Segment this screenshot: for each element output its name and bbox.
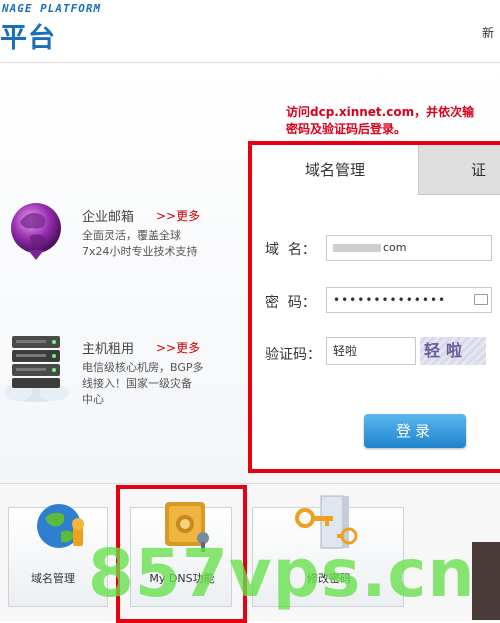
login-notice: 访问dcp.xinnet.com，并依次输 密码及验证码后登录。 xyxy=(286,104,500,138)
service-mail-more-link[interactable]: >>更多 xyxy=(156,207,200,224)
captcha-image[interactable]: 轻啦 xyxy=(420,337,486,365)
server-icon xyxy=(2,330,72,406)
login-button[interactable]: 登录 xyxy=(364,414,466,448)
header-nav-link[interactable]: 新 xyxy=(482,24,494,41)
watermark-text: 857vps.cn xyxy=(88,535,476,612)
captcha-label: 验证码： xyxy=(265,347,321,363)
captcha-input[interactable]: 轻啦 xyxy=(326,337,416,365)
password-input[interactable]: •••••••••••••• xyxy=(326,287,492,313)
side-panel-edge xyxy=(472,542,500,620)
service-host-more-link[interactable]: >>更多 xyxy=(156,339,200,356)
service-host-desc-line: 线接入！国家一级灾备 xyxy=(82,377,192,390)
password-label: 密 码： xyxy=(265,295,316,311)
globe-icon xyxy=(31,496,91,556)
tab-certificate[interactable]: 证 xyxy=(418,145,500,195)
service-mail-desc-line: 全面灵活，覆盖全球 xyxy=(82,229,181,242)
service-mail-desc-line: 7x24小时专业技术支持 xyxy=(82,245,198,258)
service-host-title[interactable]: 主机租用 xyxy=(82,338,134,357)
domain-input[interactable]: com xyxy=(326,235,492,261)
brand-english: NAGE PLATFORM xyxy=(2,2,102,15)
notice-line-2: 密码及验证码后登录。 xyxy=(286,122,407,136)
domain-input-value: com xyxy=(383,241,407,254)
brand-logo-text[interactable]: 平台 xyxy=(0,16,56,55)
service-mail-title[interactable]: 企业邮箱 xyxy=(82,206,134,225)
mail-globe-icon xyxy=(4,198,68,262)
notice-line-1: 访问dcp.xinnet.com，并依次输 xyxy=(286,105,475,119)
service-host-desc: 电信级核心机房，BGP多 线接入！国家一级灾备 中心 xyxy=(82,360,204,408)
service-host-desc-line: 电信级核心机房，BGP多 xyxy=(82,361,204,374)
redacted-domain-text xyxy=(333,244,381,252)
domain-label: 域 名： xyxy=(265,242,316,258)
service-host-desc-line: 中心 xyxy=(82,393,104,406)
keyboard-icon[interactable] xyxy=(474,294,488,305)
tab-domain-management[interactable]: 域名管理 xyxy=(252,145,418,195)
service-mail-desc: 全面灵活，覆盖全球 7x24小时专业技术支持 xyxy=(82,228,198,260)
